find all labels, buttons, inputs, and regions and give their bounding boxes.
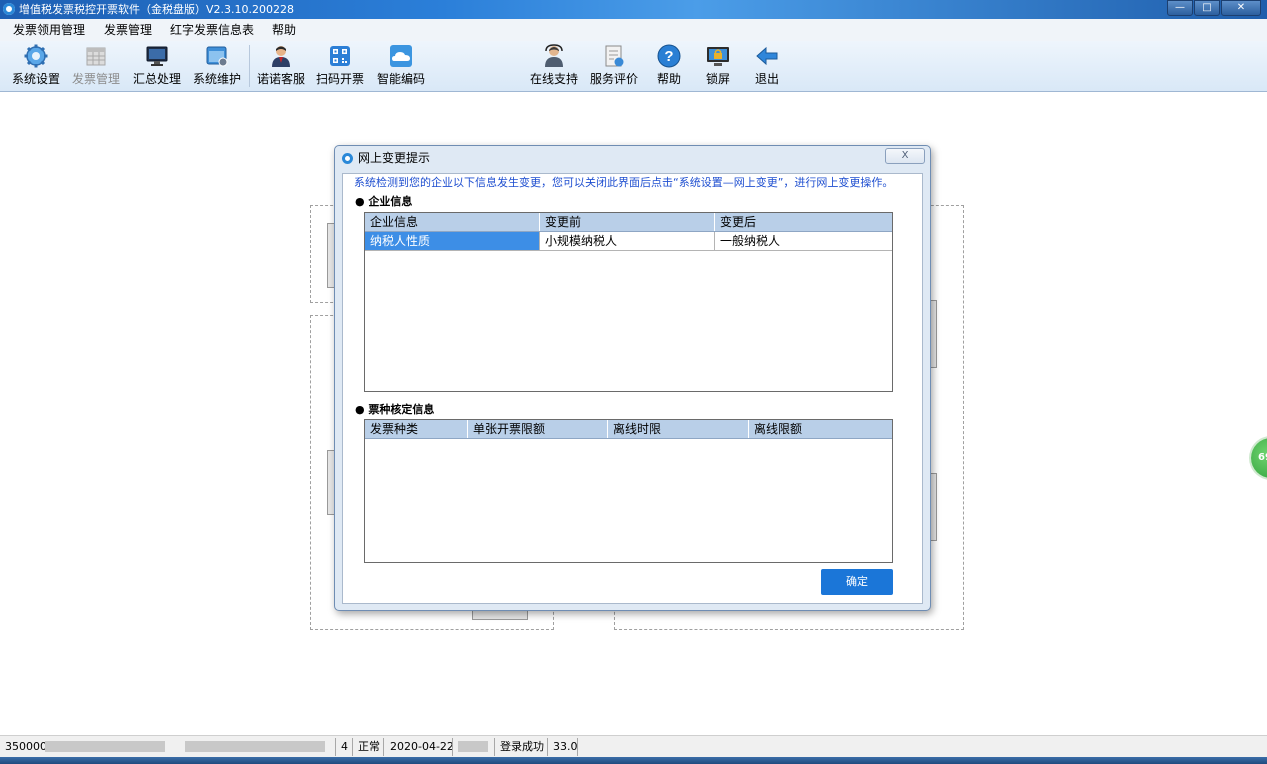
dialog-close-button[interactable]: X — [885, 148, 925, 164]
status-separator — [335, 738, 336, 756]
status-count: 4 — [341, 740, 348, 753]
floating-assistant-badge[interactable]: 69 — [1251, 438, 1267, 478]
close-button[interactable]: ✕ — [1221, 0, 1261, 16]
toolbar-system-settings[interactable]: 系统设置 — [10, 41, 62, 91]
toolbar-label: 汇总处理 — [132, 72, 181, 86]
status-redacted-field — [458, 741, 488, 752]
help-icon: ? — [657, 44, 681, 68]
toolbar-label: 诺诺客服 — [256, 72, 305, 86]
toolbar-lock-screen[interactable]: 锁屏 — [699, 41, 737, 91]
column-header: 企业信息 — [365, 213, 540, 231]
status-separator — [547, 738, 548, 756]
table-header: 企业信息 变更前 变更后 — [365, 213, 892, 232]
column-header: 变更后 — [720, 215, 757, 229]
toolbar-service-evaluation[interactable]: 服务评价 — [587, 41, 641, 91]
status-date: 2020-04-22 — [390, 740, 454, 753]
status-separator — [494, 738, 495, 756]
toolbar-online-support[interactable]: 在线支持 — [527, 41, 581, 91]
status-redacted-field — [45, 741, 165, 752]
window-controls: — □ ✕ — [1166, 0, 1261, 16]
status-login: 登录成功 — [500, 740, 544, 753]
dialog-logo-icon — [342, 153, 353, 164]
status-bar: 350000 4 正常 2020-04-22 登录成功 33.0 — [0, 735, 1267, 758]
invoice-grid-icon — [86, 47, 106, 66]
table-cell[interactable]: 小规模纳税人 — [540, 232, 715, 250]
toolbar-label: 发票管理 — [71, 72, 120, 86]
change-hint-text: 系统检测到您的企业以下信息发生变更，您可以关闭此界面后点击“系统设置—网上变更”… — [354, 176, 894, 189]
maintenance-window-icon — [206, 46, 228, 67]
toolbar-label: 退出 — [754, 72, 779, 86]
toolbar-scan-invoice[interactable]: 扫码开票 — [314, 41, 366, 91]
column-header: 离线限额 — [754, 422, 803, 436]
column-header: 发票种类 — [365, 420, 468, 438]
gear-icon — [24, 44, 48, 68]
toolbar-label: 扫码开票 — [315, 72, 364, 86]
company-info-table: 企业信息 变更前 变更后 纳税人性质 小规模纳税人 一般纳税人 — [364, 212, 893, 392]
lock-screen-icon — [707, 47, 729, 66]
status-separator — [452, 738, 453, 756]
column-header: 单张开票限额 — [468, 420, 608, 438]
toolbar-label: 帮助 — [656, 72, 681, 86]
table-row[interactable]: 纳税人性质 小规模纳税人 一般纳税人 — [365, 232, 892, 251]
menu-bar: 发票领用管理 发票管理 红字发票信息表 帮助 — [0, 19, 1267, 42]
company-info-section-title: ● 企业信息 — [355, 195, 413, 208]
os-taskbar — [0, 757, 1267, 764]
toolbar-summary[interactable]: 汇总处理 — [131, 41, 183, 91]
title-bar: 增值税发票税控开票软件（金税盘版）V2.3.10.200228 — □ ✕ — [0, 0, 1267, 19]
table-cell[interactable]: 纳税人性质 — [365, 232, 540, 250]
online-change-dialog: 网上变更提示 X 系统检测到您的企业以下信息发生变更，您可以关闭此界面后点击“系… — [334, 145, 931, 611]
toolbar: 系统设置 发票管理 汇总处理 系统维护 诺诺客服 扫码开票 智能编码 在线支持 … — [0, 41, 1267, 92]
toolbar-nuonuo-service[interactable]: 诺诺客服 — [255, 41, 307, 91]
customer-service-person-icon — [272, 46, 290, 67]
ok-button[interactable]: 确定 — [821, 569, 893, 595]
toolbar-label: 系统设置 — [11, 72, 60, 86]
ticket-type-section-title: ● 票种核定信息 — [355, 403, 435, 416]
table-cell[interactable]: 一般纳税人 — [715, 232, 892, 250]
toolbar-label: 锁屏 — [705, 72, 730, 86]
status-tax-id: 350000 — [5, 740, 47, 753]
ticket-type-table: 发票种类 单张开票限额 离线时限 离线限额 — [364, 419, 893, 563]
maximize-button[interactable]: □ — [1194, 0, 1220, 16]
monitor-icon — [146, 46, 168, 66]
menu-red-invoice-table[interactable]: 红字发票信息表 — [170, 22, 254, 38]
status-separator — [577, 738, 578, 756]
toolbar-label: 服务评价 — [589, 72, 638, 86]
toolbar-label: 在线支持 — [529, 72, 578, 86]
toolbar-separator — [249, 45, 250, 87]
toolbar-system-maintenance[interactable]: 系统维护 — [191, 41, 243, 91]
qr-code-icon — [330, 46, 350, 66]
status-separator — [352, 738, 353, 756]
svg-text:?: ? — [664, 48, 673, 65]
toolbar-label: 智能编码 — [376, 72, 425, 86]
dialog-body: 系统检测到您的企业以下信息发生变更，您可以关闭此界面后点击“系统设置—网上变更”… — [342, 173, 923, 604]
menu-invoice-manage[interactable]: 发票管理 — [104, 22, 152, 38]
toolbar-label: 系统维护 — [192, 72, 241, 86]
menu-help[interactable]: 帮助 — [272, 22, 296, 38]
cloud-icon — [390, 45, 412, 67]
window-title: 增值税发票税控开票软件（金税盘版）V2.3.10.200228 — [19, 3, 294, 16]
column-header: 变更前 — [540, 213, 715, 231]
status-state: 正常 — [358, 740, 380, 753]
column-header: 离线时限 — [608, 420, 749, 438]
toolbar-invoice-manage[interactable]: 发票管理 — [70, 41, 122, 91]
table-header: 发票种类 单张开票限额 离线时限 离线限额 — [365, 420, 892, 439]
status-redacted-field — [185, 741, 325, 752]
app-logo-icon — [3, 3, 15, 15]
status-version: 33.0 — [553, 740, 578, 753]
toolbar-exit[interactable]: 退出 — [748, 41, 786, 91]
menu-invoice-receive[interactable]: 发票领用管理 — [13, 22, 85, 38]
toolbar-help[interactable]: ? 帮助 — [650, 41, 688, 91]
support-person-icon — [545, 44, 563, 67]
dialog-title: 网上变更提示 — [358, 151, 431, 165]
minimize-button[interactable]: — — [1167, 0, 1193, 16]
evaluation-doc-icon — [605, 45, 624, 67]
status-separator — [383, 738, 384, 756]
exit-arrow-icon — [756, 46, 778, 66]
toolbar-smart-coding[interactable]: 智能编码 — [374, 41, 428, 91]
